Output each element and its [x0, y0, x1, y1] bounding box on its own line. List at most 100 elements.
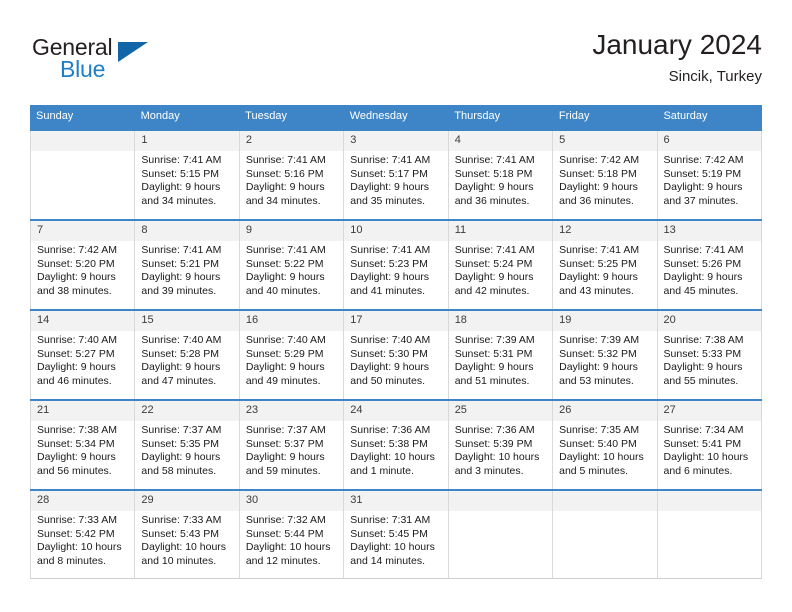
day-sun-info: Sunrise: 7:41 AM Sunset: 5:26 PM Daylight:… — [658, 241, 761, 298]
day-cell[interactable]: 29 Sunrise: 7:33 AM Sunset: 5:43 PM Dayligh… — [135, 491, 240, 578]
sunrise-text: Sunrise: 7:31 AM — [350, 514, 431, 526]
sunset-text: Sunset: 5:18 PM — [454, 167, 533, 180]
day-cell[interactable]: 30 Sunrise: 7:32 AM Sunset: 5:44 PM Dayligh… — [239, 491, 345, 578]
calendar-week-row: 1 Sunrise: 7:41 AM Sunset: 5:15 PM Daylight… — [30, 129, 762, 219]
sunset-text: Sunset: 5:32 PM — [559, 347, 637, 360]
sunset-text: Sunset: 5:45 PM — [350, 527, 428, 540]
general-blue-logo[interactable]: General Blue — [30, 32, 190, 92]
day-cell[interactable]: 12 Sunrise: 7:41 AM Sunset: 5:25 PM Dayligh… — [553, 221, 658, 309]
daylight-text-line1: Daylight: 9 hours — [141, 181, 221, 194]
calendar-week-row: 21 Sunrise: 7:38 AM Sunset: 5:34 PM Dayligh… — [30, 399, 762, 489]
day-number: 30 — [239, 491, 344, 511]
daylight-text-line2: and 34 minutes. — [141, 194, 217, 207]
daylight-text-line2: and 38 minutes. — [37, 284, 112, 297]
day-cell[interactable]: 20 Sunrise: 7:38 AM Sunset: 5:33 PM Dayligh… — [657, 311, 762, 399]
day-number — [31, 131, 135, 151]
day-cell[interactable]: 18 Sunrise: 7:39 AM Sunset: 5:31 PM Dayligh… — [448, 311, 554, 399]
sunrise-text: Sunrise: 7:36 AM — [350, 424, 431, 436]
day-sun-info: Sunrise: 7:41 AM Sunset: 5:25 PM Daylight:… — [553, 241, 656, 298]
daylight-text-line2: and 5 minutes. — [559, 464, 628, 477]
day-cell[interactable]: 4 Sunrise: 7:41 AM Sunset: 5:18 PM Daylight… — [448, 131, 554, 219]
daylight-text-line1: Daylight: 9 hours — [141, 361, 221, 374]
day-cell-empty — [657, 491, 762, 578]
daylight-text-line1: Daylight: 10 hours — [245, 541, 331, 554]
day-cell[interactable]: 7 Sunrise: 7:42 AM Sunset: 5:20 PM Daylight… — [30, 221, 136, 309]
day-sun-info: Sunrise: 7:41 AM Sunset: 5:22 PM Daylight:… — [240, 241, 343, 298]
day-number: 16 — [239, 311, 344, 331]
daylight-text-line1: Daylight: 9 hours — [454, 181, 534, 194]
day-cell[interactable]: 31 Sunrise: 7:31 AM Sunset: 5:45 PM Dayligh… — [344, 491, 449, 578]
day-cell[interactable]: 28 Sunrise: 7:33 AM Sunset: 5:42 PM Dayligh… — [30, 491, 136, 578]
day-number: 18 — [448, 311, 553, 331]
daylight-text-line2: and 14 minutes. — [350, 554, 425, 567]
day-cell[interactable]: 17 Sunrise: 7:40 AM Sunset: 5:30 PM Dayligh… — [344, 311, 449, 399]
daylight-text-line1: Daylight: 9 hours — [245, 361, 325, 374]
day-cell[interactable]: 27 Sunrise: 7:34 AM Sunset: 5:41 PM Dayligh… — [657, 401, 762, 489]
sunrise-text: Sunrise: 7:41 AM — [141, 244, 222, 256]
day-cell[interactable]: 5 Sunrise: 7:42 AM Sunset: 5:18 PM Daylight… — [553, 131, 658, 219]
day-sun-info: Sunrise: 7:39 AM Sunset: 5:31 PM Daylight:… — [449, 331, 552, 388]
day-cell[interactable]: 21 Sunrise: 7:38 AM Sunset: 5:34 PM Dayligh… — [30, 401, 136, 489]
day-number: 8 — [135, 221, 239, 241]
daylight-text-line1: Daylight: 9 hours — [454, 271, 534, 284]
day-number — [448, 491, 553, 511]
sunrise-text: Sunrise: 7:39 AM — [559, 334, 640, 346]
sunset-text: Sunset: 5:21 PM — [141, 257, 220, 270]
day-cell[interactable]: 9 Sunrise: 7:41 AM Sunset: 5:22 PM Daylight… — [239, 221, 345, 309]
day-cell[interactable]: 8 Sunrise: 7:41 AM Sunset: 5:21 PM Daylight… — [135, 221, 240, 309]
daylight-text-line2: and 51 minutes. — [454, 374, 530, 387]
daylight-text-line1: Daylight: 10 hours — [37, 541, 122, 554]
day-number: 24 — [344, 401, 448, 421]
day-cell[interactable]: 11 Sunrise: 7:41 AM Sunset: 5:24 PM Dayligh… — [448, 221, 554, 309]
day-cell[interactable]: 19 Sunrise: 7:39 AM Sunset: 5:32 PM Dayligh… — [553, 311, 658, 399]
day-sun-info — [553, 511, 656, 514]
day-sun-info: Sunrise: 7:36 AM Sunset: 5:39 PM Daylight:… — [449, 421, 552, 478]
sunrise-text: Sunrise: 7:42 AM — [37, 244, 117, 256]
sunset-text: Sunset: 5:41 PM — [663, 437, 742, 450]
day-sun-info: Sunrise: 7:42 AM Sunset: 5:18 PM Daylight:… — [553, 151, 656, 208]
day-cell[interactable]: 26 Sunrise: 7:35 AM Sunset: 5:40 PM Dayligh… — [553, 401, 658, 489]
sunset-text: Sunset: 5:17 PM — [350, 167, 428, 180]
sunrise-text: Sunrise: 7:41 AM — [350, 154, 431, 166]
day-cell[interactable]: 24 Sunrise: 7:36 AM Sunset: 5:38 PM Dayligh… — [344, 401, 449, 489]
day-cell[interactable]: 13 Sunrise: 7:41 AM Sunset: 5:26 PM Dayligh… — [657, 221, 762, 309]
sunset-text: Sunset: 5:39 PM — [454, 437, 533, 450]
day-number: 9 — [239, 221, 344, 241]
day-cell[interactable]: 3 Sunrise: 7:41 AM Sunset: 5:17 PM Daylight… — [344, 131, 449, 219]
sunrise-text: Sunrise: 7:38 AM — [663, 334, 744, 346]
day-cell[interactable]: 6 Sunrise: 7:42 AM Sunset: 5:19 PM Daylight… — [657, 131, 762, 219]
daylight-text-line1: Daylight: 9 hours — [454, 361, 534, 374]
sunrise-text: Sunrise: 7:40 AM — [350, 334, 431, 346]
daylight-text-line2: and 35 minutes. — [350, 194, 425, 207]
daylight-text-line2: and 53 minutes. — [559, 374, 634, 387]
day-sun-info: Sunrise: 7:39 AM Sunset: 5:32 PM Daylight:… — [553, 331, 656, 388]
sunset-text: Sunset: 5:40 PM — [559, 437, 637, 450]
day-cell[interactable]: 23 Sunrise: 7:37 AM Sunset: 5:37 PM Dayligh… — [239, 401, 345, 489]
daylight-text-line2: and 12 minutes. — [245, 554, 321, 567]
sunset-text: Sunset: 5:43 PM — [141, 527, 220, 540]
day-cell[interactable]: 2 Sunrise: 7:41 AM Sunset: 5:16 PM Daylight… — [239, 131, 345, 219]
daylight-text-line2: and 36 minutes. — [454, 194, 530, 207]
day-cell[interactable]: 15 Sunrise: 7:40 AM Sunset: 5:28 PM Dayligh… — [135, 311, 240, 399]
daylight-text-line2: and 58 minutes. — [141, 464, 217, 477]
day-cell[interactable]: 14 Sunrise: 7:40 AM Sunset: 5:27 PM Dayligh… — [30, 311, 136, 399]
day-number: 23 — [239, 401, 344, 421]
daylight-text-line1: Daylight: 9 hours — [350, 271, 430, 284]
sunset-text: Sunset: 5:25 PM — [559, 257, 637, 270]
day-cell[interactable]: 16 Sunrise: 7:40 AM Sunset: 5:29 PM Dayligh… — [239, 311, 345, 399]
day-sun-info: Sunrise: 7:37 AM Sunset: 5:35 PM Daylight:… — [135, 421, 238, 478]
day-sun-info: Sunrise: 7:41 AM Sunset: 5:16 PM Daylight:… — [240, 151, 343, 208]
sunset-text: Sunset: 5:19 PM — [663, 167, 742, 180]
day-cell[interactable]: 22 Sunrise: 7:37 AM Sunset: 5:35 PM Dayligh… — [135, 401, 240, 489]
daylight-text-line2: and 10 minutes. — [141, 554, 217, 567]
sunset-text: Sunset: 5:15 PM — [141, 167, 220, 180]
day-cell[interactable]: 1 Sunrise: 7:41 AM Sunset: 5:15 PM Daylight… — [135, 131, 240, 219]
day-number: 10 — [344, 221, 448, 241]
sunrise-text: Sunrise: 7:41 AM — [454, 154, 535, 166]
sunset-text: Sunset: 5:44 PM — [245, 527, 324, 540]
day-cell[interactable]: 25 Sunrise: 7:36 AM Sunset: 5:39 PM Dayligh… — [448, 401, 554, 489]
location-subtitle: Sincik, Turkey — [668, 68, 762, 85]
sunrise-text: Sunrise: 7:41 AM — [663, 244, 744, 256]
sunrise-text: Sunrise: 7:41 AM — [454, 244, 535, 256]
day-cell[interactable]: 10 Sunrise: 7:41 AM Sunset: 5:23 PM Dayligh… — [344, 221, 449, 309]
